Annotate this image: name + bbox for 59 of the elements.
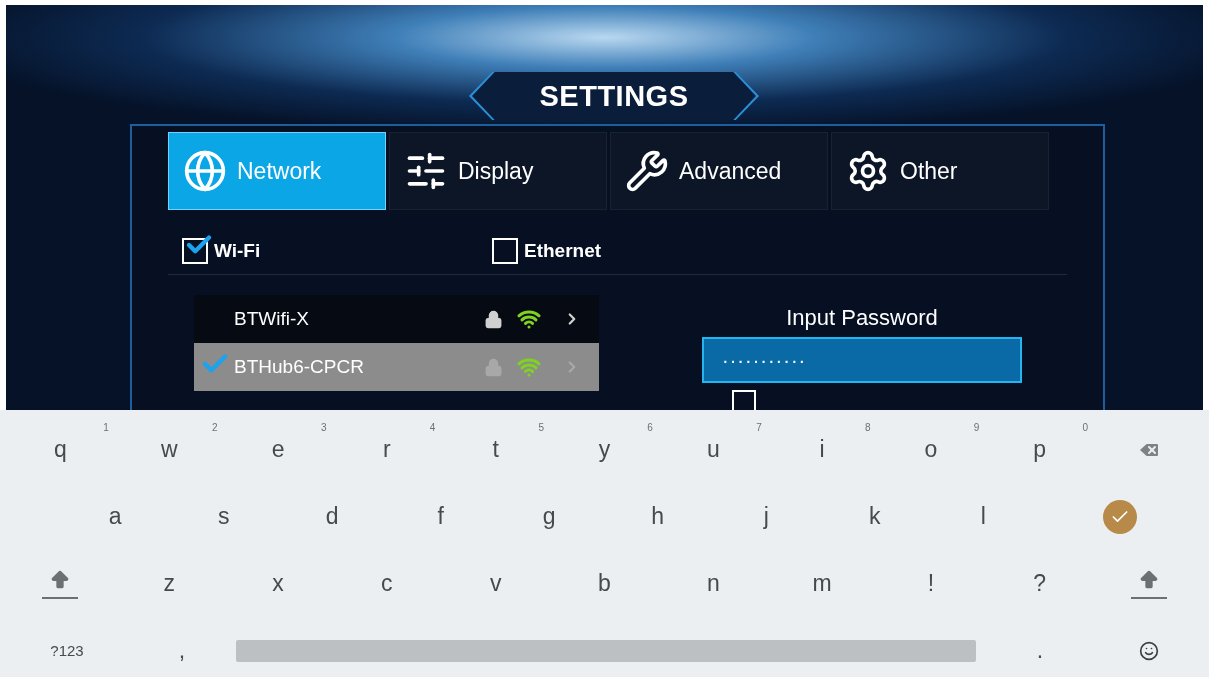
keyboard-key[interactable]: p 0 <box>985 419 1095 480</box>
keyboard-key[interactable]: . <box>986 620 1094 677</box>
keyboard-key[interactable]: ! <box>876 553 986 614</box>
keyboard-key[interactable]: i 8 <box>767 419 877 480</box>
keyboard-key[interactable]: k <box>820 486 929 547</box>
network-name: BTWifi-X <box>234 308 310 330</box>
keyboard-key[interactable]: v <box>441 553 551 614</box>
keyboard-key[interactable]: z <box>114 553 224 614</box>
settings-title: SETTINGS <box>539 79 689 113</box>
globe-icon <box>183 149 227 193</box>
key-hint: 4 <box>429 421 436 433</box>
lock-icon <box>484 357 503 377</box>
checkbox-label: Wi-Fi <box>214 240 261 262</box>
enter-key[interactable] <box>1103 499 1138 534</box>
keyboard-key[interactable]: n <box>658 553 768 614</box>
keyboard-key[interactable]: o 9 <box>876 419 986 480</box>
checkbox[interactable] <box>492 238 518 264</box>
lock-icon <box>484 309 503 329</box>
keyboard-key[interactable]: d <box>278 486 387 547</box>
key-hint: 8 <box>864 421 871 433</box>
keyboard-key[interactable]: m <box>767 553 877 614</box>
key-hint: 3 <box>320 421 327 433</box>
network-name: BTHub6-CPCR <box>234 356 365 378</box>
keyboard-key[interactable]: r 4 <box>332 419 442 480</box>
keyboard-key[interactable]: j <box>712 486 821 547</box>
key-hint: 7 <box>756 421 762 433</box>
smiley-icon <box>1138 640 1159 661</box>
keyboard-key[interactable]: , <box>128 620 236 677</box>
key-hint: 0 <box>1082 421 1089 433</box>
keyboard-key[interactable]: g <box>495 486 604 547</box>
symbols-key[interactable]: ?123 <box>6 620 128 677</box>
keyboard-key[interactable]: f <box>386 486 495 547</box>
password-field[interactable]: ··········· <box>702 337 1022 383</box>
settings-tab[interactable]: Other <box>831 132 1049 210</box>
key-hint: 1 <box>103 421 109 433</box>
keyboard-key[interactable]: t 5 <box>441 419 551 480</box>
keyboard-key[interactable]: ? <box>985 553 1095 614</box>
keyboard-key[interactable]: s <box>169 486 278 547</box>
keyboard-key[interactable]: b <box>550 553 659 614</box>
keyboard-key[interactable]: h <box>603 486 712 547</box>
settings-tab[interactable]: Display <box>389 132 607 210</box>
keyboard-key[interactable]: e 3 <box>223 419 333 480</box>
key-hint: 5 <box>538 421 545 433</box>
keyboard-key[interactable]: y 6 <box>550 419 659 480</box>
keyboard-key[interactable]: u 7 <box>658 419 768 480</box>
keyboard-key[interactable]: l <box>929 486 1038 547</box>
keyboard-key[interactable]: a <box>61 486 170 547</box>
wrench-icon <box>625 149 669 193</box>
keyboard-key[interactable]: c <box>332 553 442 614</box>
settings-tab[interactable]: Advanced <box>610 132 828 210</box>
keyboard-key[interactable]: x <box>223 553 333 614</box>
key-hint: 2 <box>212 421 218 433</box>
key-hint: 9 <box>973 421 980 433</box>
checkbox-label: Ethernet <box>524 240 602 262</box>
key-hint: 6 <box>647 421 653 433</box>
network-row[interactable]: BTWifi-X <box>194 295 599 343</box>
keyboard-key[interactable]: w 2 <box>114 419 224 480</box>
password-label: Input Password <box>786 305 938 331</box>
keyboard-key[interactable]: q 1 <box>6 419 115 480</box>
